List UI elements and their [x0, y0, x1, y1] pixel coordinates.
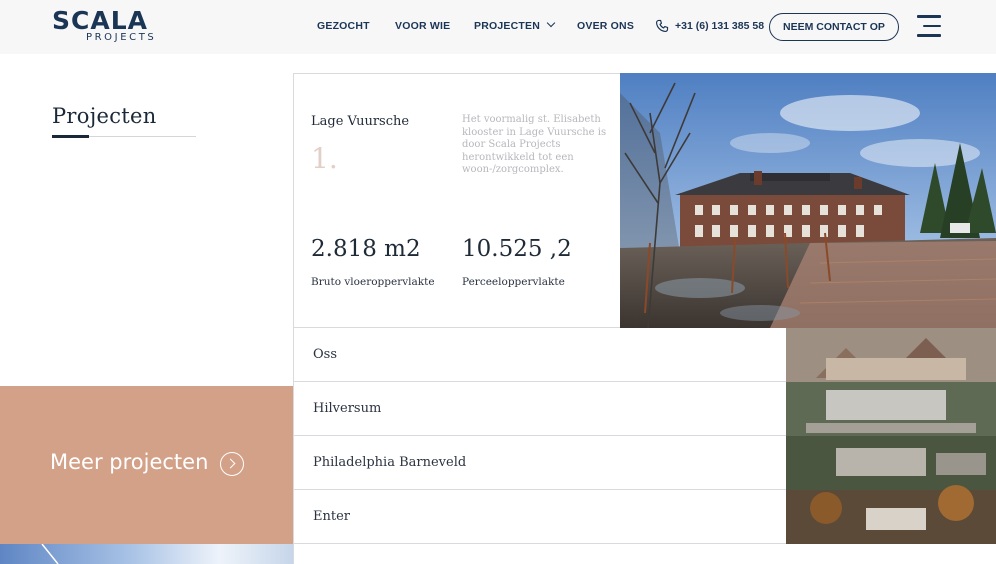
nav-voor-wie[interactable]: VOOR WIE [395, 20, 450, 32]
logo-subtitle: PROJECTS [86, 32, 157, 43]
featured-project-card[interactable] [293, 73, 620, 328]
stat-plot-area-label: Perceeloppervlakte [462, 276, 565, 288]
project-list-item-philadelphia-barneveld[interactable]: Philadelphia Barneveld [293, 436, 786, 490]
stat-plot-area-value: 10.525 ,2 [462, 236, 572, 262]
project-list-label: Enter [313, 509, 350, 524]
title-divider-accent [52, 135, 89, 138]
project-name: Lage Vuursche [311, 114, 410, 129]
phone-icon[interactable] [655, 19, 669, 33]
nav-projecten-label: PROJECTEN [474, 20, 540, 32]
nav-over-ons[interactable]: OVER ONS [577, 20, 634, 32]
projects-aerial-photo [786, 328, 996, 544]
phone-number-link[interactable]: +31 (6) 131 385 58 [675, 20, 764, 32]
featured-project-photo [620, 73, 996, 328]
more-projects-label[interactable]: Meer projecten [50, 450, 208, 474]
project-description: Het voormalig st. Elisabeth klooster in … [462, 114, 607, 175]
bottom-banner-image [0, 544, 293, 564]
logo-wordmark: SCALA [52, 6, 148, 35]
menu-icon[interactable] [917, 15, 941, 37]
section-title: Projecten [52, 104, 157, 128]
scala-projects-logo[interactable]: SCALA PROJECTS [52, 6, 157, 45]
stat-floor-area-label: Bruto vloeroppervlakte [311, 276, 435, 288]
contact-button[interactable]: NEEM CONTACT OP [769, 13, 899, 41]
arrow-right-circle-icon[interactable] [220, 452, 244, 476]
project-list-item-oss[interactable]: Oss [293, 328, 786, 382]
chevron-down-icon [546, 18, 556, 28]
site-header: SCALA PROJECTS GEZOCHT VOOR WIE PROJECTE… [0, 0, 996, 54]
project-list-item-enter[interactable]: Enter [293, 490, 786, 544]
project-list-label: Hilversum [313, 401, 382, 416]
project-list-item-hilversum[interactable]: Hilversum [293, 382, 786, 436]
project-list-label: Philadelphia Barneveld [313, 455, 467, 470]
project-list-footer [293, 544, 786, 564]
nav-gezocht[interactable]: GEZOCHT [317, 20, 370, 32]
stat-floor-area-value: 2.818 m2 [311, 236, 421, 262]
nav-projecten[interactable]: PROJECTEN [474, 18, 556, 32]
project-list-label: Oss [313, 347, 338, 362]
project-number: 1. [311, 142, 338, 175]
